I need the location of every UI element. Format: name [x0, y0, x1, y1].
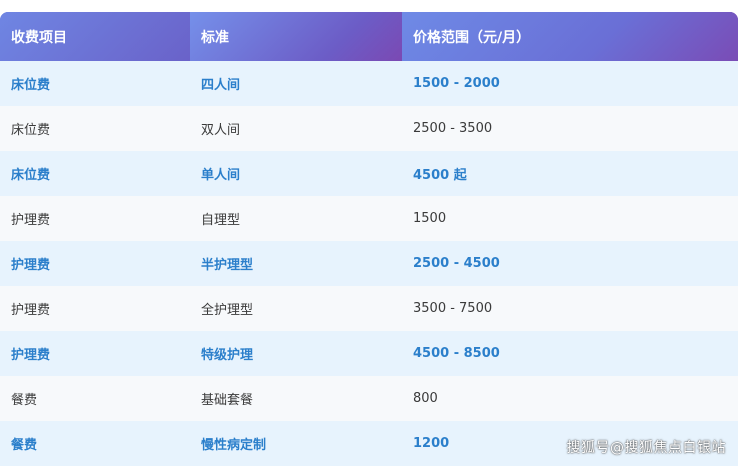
- cell-price: 3500 - 7500: [413, 301, 493, 316]
- cell-standard: 特级护理: [201, 348, 254, 363]
- cell-item: 护理费: [11, 213, 51, 228]
- cell-standard: 四人间: [201, 78, 241, 93]
- cell-standard: 慢性病定制: [201, 438, 267, 453]
- fee-table: 收费项目 标准 价格范围（元/月） 床位费 四人间 1500 - 2000 床位费 双人…: [0, 12, 738, 466]
- cell-price: 1500 - 2000: [413, 76, 500, 91]
- table-header: 收费项目 标准 价格范围（元/月）: [0, 12, 738, 61]
- cell-standard: 半护理型: [201, 258, 254, 273]
- table-row: 护理费 自理型 1500: [0, 196, 738, 241]
- cell-standard: 单人间: [201, 168, 241, 183]
- table-row: 护理费 全护理型 3500 - 7500: [0, 286, 738, 331]
- cell-item: 护理费: [11, 303, 51, 318]
- cell-standard: 双人间: [201, 123, 241, 138]
- cell-item: 餐费: [11, 393, 38, 408]
- table-row: 餐费 基础套餐 800: [0, 376, 738, 421]
- table-row: 护理费 半护理型 2500 - 4500: [0, 241, 738, 286]
- cell-item: 护理费: [11, 348, 51, 363]
- cell-price: 2500 - 4500: [413, 256, 500, 271]
- header-item: 收费项目: [0, 12, 190, 61]
- cell-item: 床位费: [11, 168, 51, 183]
- cell-price: 4500 - 8500: [413, 346, 500, 361]
- cell-standard: 全护理型: [201, 303, 254, 318]
- cell-item: 床位费: [11, 123, 51, 138]
- cell-item: 床位费: [11, 78, 51, 93]
- cell-price: 4500 起: [413, 168, 467, 183]
- cell-item: 护理费: [11, 258, 51, 273]
- cell-price: 1500: [413, 211, 447, 226]
- cell-item: 餐费: [11, 438, 38, 453]
- table-row: 床位费 单人间 4500 起: [0, 151, 738, 196]
- watermark: 搜狐号@搜狐焦点白银站: [566, 440, 726, 456]
- table-body: 床位费 四人间 1500 - 2000 床位费 双人间 2500 - 3500 床位费 单人间…: [0, 61, 738, 466]
- table-row: 床位费 双人间 2500 - 3500: [0, 106, 738, 151]
- cell-standard: 自理型: [201, 213, 241, 228]
- header-price: 价格范围（元/月）: [402, 12, 738, 61]
- cell-price: 2500 - 3500: [413, 121, 493, 136]
- header-standard: 标准: [190, 12, 402, 61]
- cell-price: 800: [413, 391, 438, 406]
- cell-standard: 基础套餐: [201, 393, 254, 408]
- table-row: 护理费 特级护理 4500 - 8500: [0, 331, 738, 376]
- table-row: 床位费 四人间 1500 - 2000: [0, 61, 738, 106]
